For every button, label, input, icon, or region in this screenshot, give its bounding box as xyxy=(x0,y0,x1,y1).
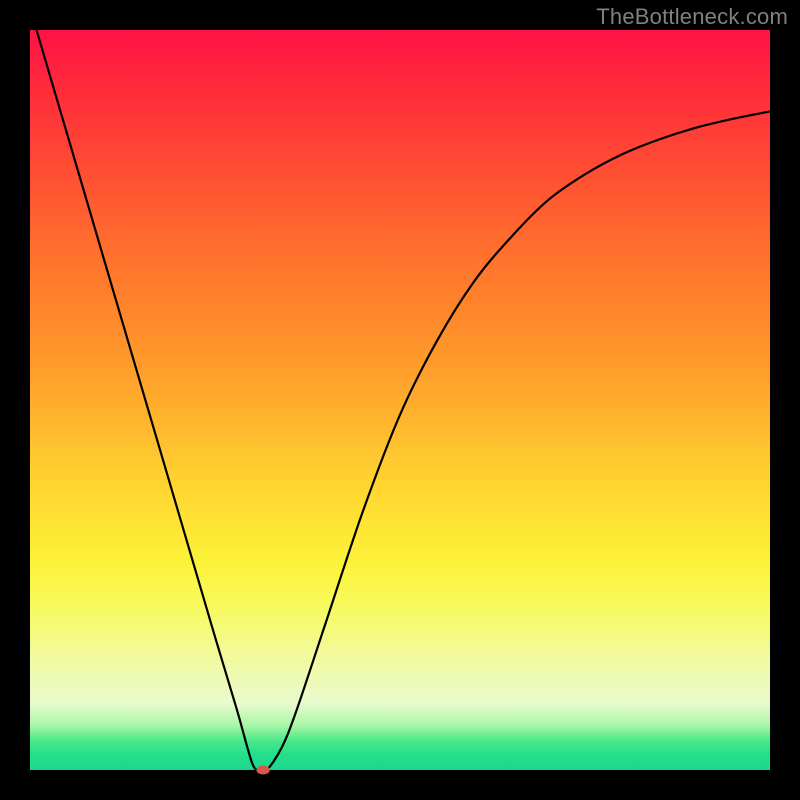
bottleneck-curve xyxy=(30,8,770,772)
chart-frame: TheBottleneck.com xyxy=(0,0,800,800)
minimum-marker xyxy=(256,766,269,775)
chart-svg xyxy=(30,30,770,770)
watermark-text: TheBottleneck.com xyxy=(596,4,788,30)
plot-area xyxy=(30,30,770,770)
